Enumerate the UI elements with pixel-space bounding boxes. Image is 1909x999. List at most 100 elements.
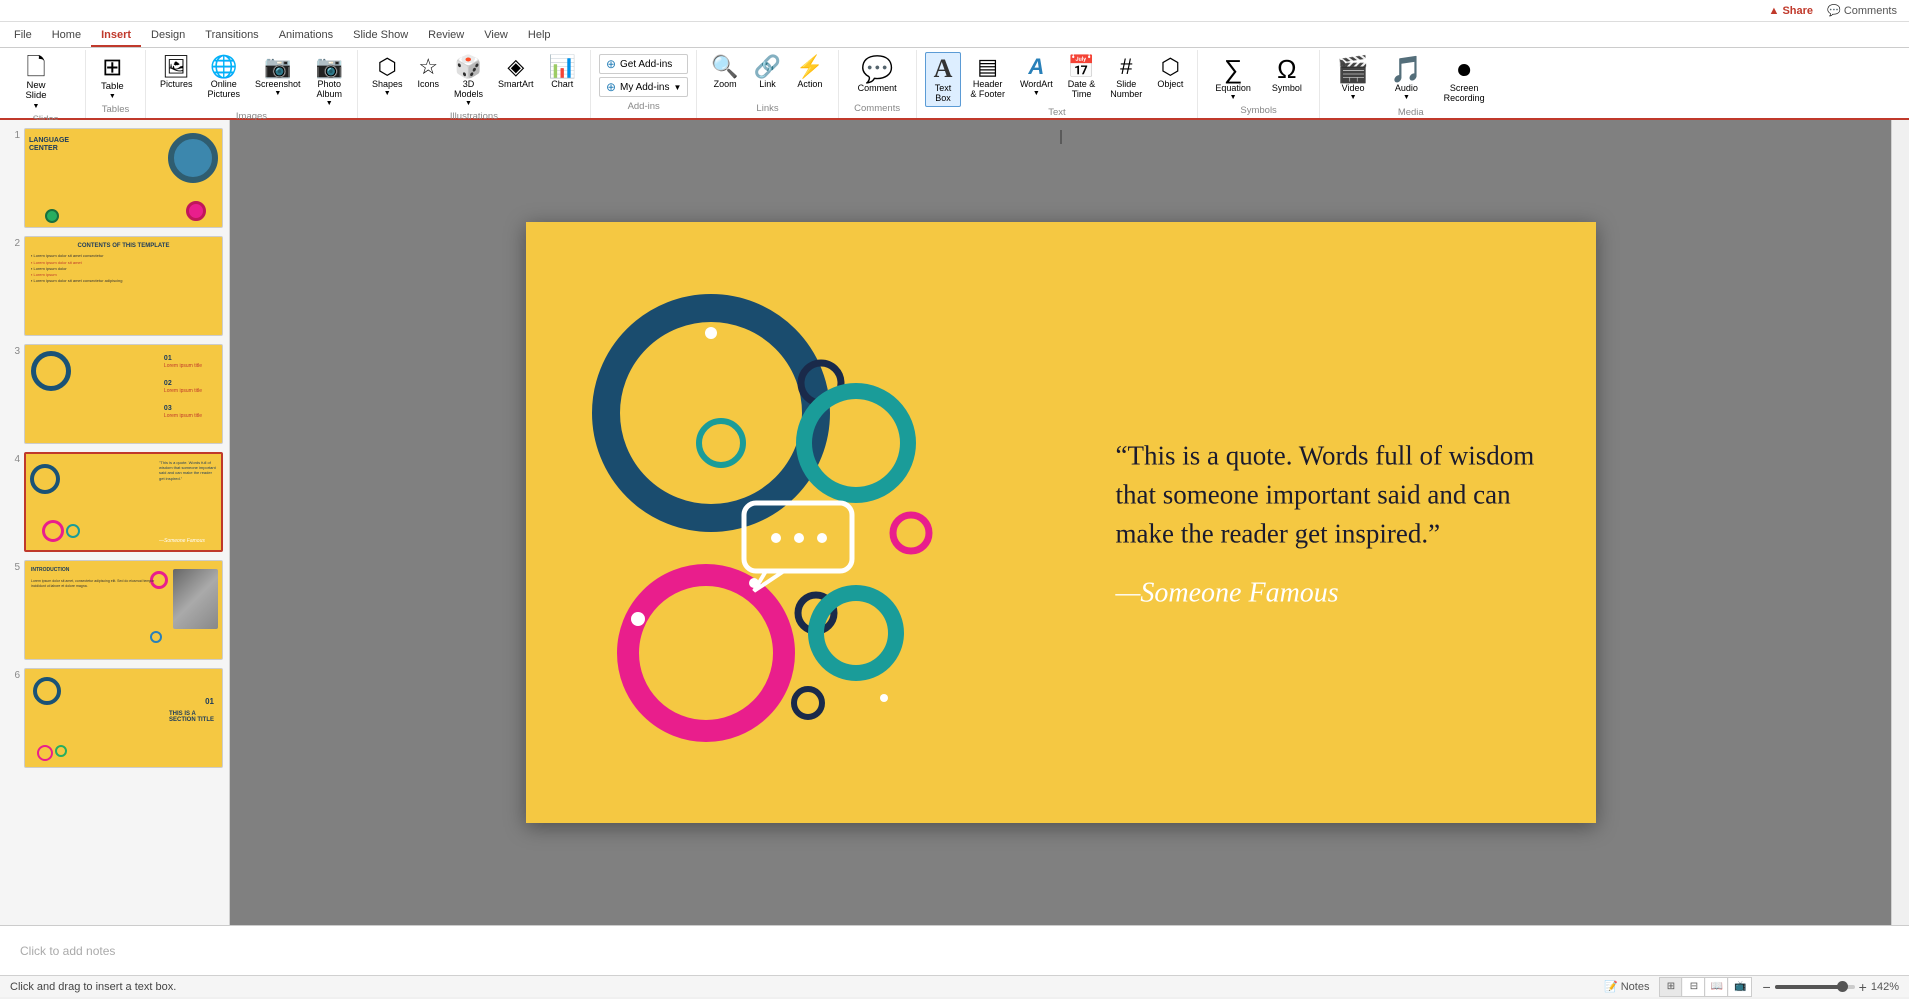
ribbon-group-links: 🔍 Zoom 🔗 Link ⚡ Action Links: [697, 50, 838, 118]
zoom-button[interactable]: 🔍 Zoom: [705, 52, 744, 93]
object-button[interactable]: ⬡ Object: [1151, 52, 1189, 93]
zoom-slider-fill: [1775, 985, 1843, 989]
title-bar: ▲ Share 💬 Comments: [0, 0, 1909, 22]
wordart-label: WordArt: [1020, 79, 1053, 89]
3d-models-icon: 🎲: [455, 56, 482, 78]
equation-button[interactable]: ∑ Equation ▼: [1206, 52, 1260, 105]
ribbon-group-images: 🖼 Pictures 🌐 OnlinePictures 📷 Screenshot…: [146, 50, 358, 118]
status-hint: Click and drag to insert a text box.: [10, 981, 176, 993]
pictures-icon: 🖼: [162, 56, 190, 78]
shapes-button[interactable]: ⬡ Shapes ▼: [366, 52, 409, 101]
screen-recording-label: ScreenRecording: [1444, 83, 1485, 103]
smartart-label: SmartArt: [498, 79, 534, 89]
slide-item-2[interactable]: 2 CONTENTS OF THIS TEMPLATE ▪ Lorem ipsu…: [4, 232, 225, 340]
tab-insert[interactable]: Insert: [91, 25, 141, 47]
screenshot-button[interactable]: 📷 Screenshot ▼: [249, 52, 307, 101]
slide-item-5[interactable]: 5 INTRODUCTION Lorem ipsum dolor sit ame…: [4, 556, 225, 664]
zoom-plus-button[interactable]: +: [1859, 980, 1867, 994]
normal-view-button[interactable]: ⊞: [1660, 978, 1682, 996]
comment-button[interactable]: 💬 Comment: [847, 52, 908, 97]
tab-help[interactable]: Help: [518, 25, 561, 47]
slide-thumb-2: CONTENTS OF THIS TEMPLATE ▪ Lorem ipsum …: [24, 236, 223, 336]
slide-canvas[interactable]: “This is a quote. Words full of wisdom t…: [526, 222, 1596, 823]
shapes-icon: ⬡: [378, 56, 397, 78]
chart-label: Chart: [551, 79, 573, 89]
notes-placeholder: Click to add notes: [20, 944, 115, 958]
slide-sorter-button[interactable]: ⊟: [1683, 978, 1705, 996]
link-button[interactable]: 🔗 Link: [748, 52, 787, 93]
wordart-button[interactable]: A WordArt ▼: [1014, 52, 1059, 101]
video-button[interactable]: 🎬 Video ▼: [1328, 52, 1378, 105]
my-addins-label: My Add-ins: [620, 82, 669, 93]
my-addins-arrow: ▼: [673, 83, 681, 92]
chart-button[interactable]: 📊 Chart: [543, 52, 582, 93]
tab-transitions[interactable]: Transitions: [195, 25, 268, 47]
link-label: Link: [759, 79, 776, 89]
tab-slideshow[interactable]: Slide Show: [343, 25, 418, 47]
photo-album-button[interactable]: 📷 PhotoAlbum ▼: [310, 52, 349, 111]
zoom-slider-track[interactable]: [1775, 985, 1855, 989]
my-addins-button[interactable]: ⊕ My Add-ins ▼: [599, 77, 688, 97]
get-addins-label: Get Add-ins: [620, 59, 672, 70]
shapes-arrow: ▼: [384, 90, 391, 97]
slide-item-1[interactable]: 1 LANGUAGECENTER: [4, 124, 225, 232]
tab-review[interactable]: Review: [418, 25, 474, 47]
photo-album-icon: 📷: [316, 56, 343, 78]
slide-item-4[interactable]: 4 "This is a quote. Words full of wisdom…: [4, 448, 225, 556]
smartart-button[interactable]: ◈ SmartArt: [492, 52, 540, 93]
cursor-indicator: [1060, 130, 1061, 144]
zoom-level-display[interactable]: 142%: [1871, 981, 1899, 993]
slide-item-3[interactable]: 3 01Lorem ipsum title 02Lorem ipsum titl…: [4, 340, 225, 448]
date-time-label: Date &Time: [1068, 79, 1096, 99]
tab-design[interactable]: Design: [141, 25, 195, 47]
view-buttons: ⊞ ⊟ 📖 📺: [1659, 977, 1752, 997]
notes-button[interactable]: 📝 Notes: [1604, 980, 1649, 993]
header-footer-button[interactable]: ▤ Header& Footer: [964, 52, 1011, 103]
comments-group-label: Comments: [847, 103, 908, 116]
slides-panel: 1 LANGUAGECENTER 2 CONTENTS OF THIS TEMP…: [0, 120, 230, 925]
screenshot-arrow: ▼: [274, 90, 281, 97]
circles-illustration: [566, 263, 1006, 783]
slide-number-button[interactable]: # SlideNumber: [1104, 52, 1148, 103]
ribbon-group-symbols: ∑ Equation ▼ Ω Symbol Symbols: [1198, 50, 1320, 118]
header-footer-icon: ▤: [977, 56, 998, 78]
zoom-minus-button[interactable]: −: [1762, 980, 1770, 994]
ribbon-tabs-bar: File Home Insert Design Transitions Anim…: [0, 22, 1909, 48]
online-pictures-button[interactable]: 🌐 OnlinePictures: [202, 52, 247, 103]
slide-number-1: 1: [6, 128, 20, 141]
zoom-slider-thumb[interactable]: [1837, 981, 1848, 992]
ribbon-group-media: 🎬 Video ▼ 🎵 Audio ▼ ⏺ ScreenRecording Me…: [1320, 50, 1502, 118]
status-right: 📝 Notes ⊞ ⊟ 📖 📺 − + 142%: [1604, 977, 1899, 997]
date-time-button[interactable]: 📅 Date &Time: [1062, 52, 1102, 103]
action-button[interactable]: ⚡ Action: [790, 52, 829, 93]
pictures-button[interactable]: 🖼 Pictures: [154, 52, 199, 93]
tab-home[interactable]: Home: [42, 25, 91, 47]
3d-models-button[interactable]: 🎲 3DModels ▼: [448, 52, 489, 111]
table-button[interactable]: ⊞ Table ▼: [94, 52, 131, 104]
reading-view-button[interactable]: 📖: [1706, 978, 1728, 996]
share-button[interactable]: ▲ Share: [1769, 5, 1814, 17]
symbol-button[interactable]: Ω Symbol: [1263, 52, 1311, 97]
status-bar: Click and drag to insert a text box. 📝 N…: [0, 975, 1909, 997]
tab-view[interactable]: View: [474, 25, 518, 47]
get-addins-button[interactable]: ⊕ Get Add-ins: [599, 54, 688, 74]
slide-number-5: 5: [6, 560, 20, 573]
textbox-button[interactable]: A TextBox: [925, 52, 962, 107]
screen-recording-button[interactable]: ⏺ ScreenRecording: [1435, 52, 1494, 107]
slide-item-6[interactable]: 6 01 THIS IS ASECTION TITLE: [4, 664, 225, 772]
wordart-icon: A: [1028, 56, 1044, 78]
new-slide-button[interactable]: 🗋 NewSlide ▼: [14, 52, 58, 114]
action-icon: ⚡: [796, 56, 823, 78]
icons-button[interactable]: ☆ Icons: [412, 52, 446, 93]
slide-number-label: SlideNumber: [1110, 79, 1142, 99]
tab-animations[interactable]: Animations: [269, 25, 343, 47]
notes-area[interactable]: Click to add notes: [0, 925, 1909, 975]
tab-file[interactable]: File: [4, 25, 42, 47]
canvas-area[interactable]: “This is a quote. Words full of wisdom t…: [230, 120, 1891, 925]
slide-number-3: 3: [6, 344, 20, 357]
slide-number-2: 2: [6, 236, 20, 249]
pictures-label: Pictures: [160, 79, 193, 89]
audio-button[interactable]: 🎵 Audio ▼: [1381, 52, 1431, 105]
comments-button[interactable]: 💬 Comments: [1827, 4, 1897, 17]
presenter-view-button[interactable]: 📺: [1729, 978, 1751, 996]
